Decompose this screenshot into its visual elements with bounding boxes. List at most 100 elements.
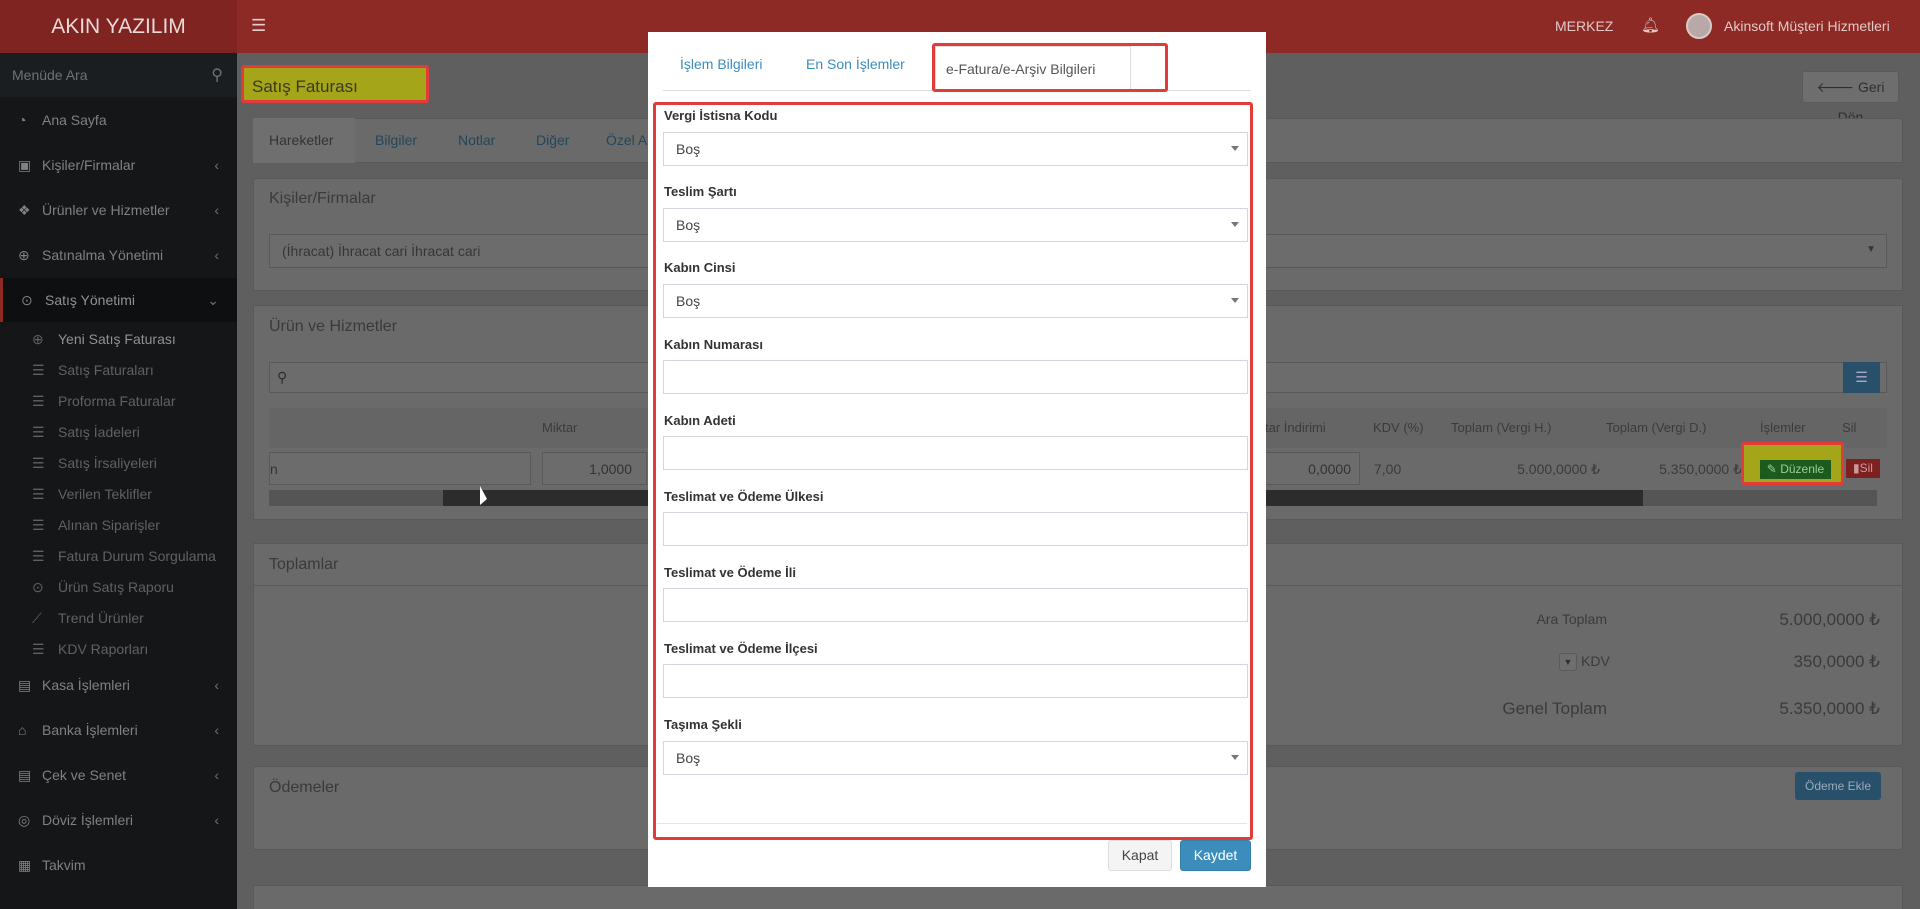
mouse-cursor	[480, 486, 487, 505]
row-name-input[interactable]: n	[269, 452, 531, 485]
plus-circle-icon: ⊕	[18, 247, 30, 263]
line-chart-icon: ⟋	[32, 610, 42, 626]
sidebar-subitem[interactable]: ☰ KDV Raporları	[0, 634, 237, 665]
sidebar-item-banka[interactable]: ⌂ Banka İşlemleri ‹	[0, 708, 237, 752]
chevron-left-icon: ‹	[214, 722, 219, 738]
sidebar-search-input[interactable]: Menüde Ara	[12, 67, 88, 83]
sidebar-item-urunler[interactable]: ❖ Ürünler ve Hizmetler ‹	[0, 188, 237, 232]
teslimat-ulke-input[interactable]	[663, 512, 1248, 546]
sidebar-item-cek[interactable]: ▤ Çek ve Senet ‹	[0, 753, 237, 797]
hamburger-menu-icon[interactable]: ☰	[251, 16, 266, 36]
kabin-cinsi-select[interactable]: Boş	[663, 284, 1248, 318]
teslim-sarti-select[interactable]: Boş	[663, 208, 1248, 242]
caret-down-icon: ▼	[1866, 244, 1876, 255]
edit-button[interactable]: ✎ Düzenle	[1760, 460, 1831, 479]
save-button[interactable]: Kaydet	[1180, 840, 1251, 871]
row-quantity-input[interactable]: 1,0000	[542, 452, 647, 485]
sidebar-subitem[interactable]: ☰ Satış İrsaliyeleri	[0, 448, 237, 479]
avatar[interactable]	[1686, 13, 1712, 39]
list-icon: ☰	[32, 641, 45, 657]
caret-down-icon	[1231, 146, 1239, 151]
sidebar-subitem[interactable]: ☰ Fatura Durum Sorgulama	[0, 541, 237, 572]
edit-highlight: ✎ Düzenle	[1741, 442, 1844, 485]
sidebar-subitem[interactable]: ☰ Satış İadeleri	[0, 417, 237, 448]
list-icon: ☰	[32, 517, 45, 533]
vergi-istisna-select[interactable]: Boş	[663, 132, 1248, 166]
back-button[interactable]: 🡐 Geri Dön	[1802, 71, 1899, 125]
modal-footer-divider	[657, 823, 1247, 824]
search-icon[interactable]: ⚲	[211, 65, 223, 85]
tab-en-son-islemler[interactable]: En Son İşlemler	[806, 56, 905, 72]
sidebar-item-takvim[interactable]: ▦ Takvim	[0, 843, 237, 887]
products-title: Ürün ve Hizmetler	[269, 318, 398, 335]
sidebar-item-satinalma[interactable]: ⊕ Satınalma Yönetimi ‹	[0, 233, 237, 277]
address-book-icon: ▣	[18, 157, 32, 173]
list-view-button[interactable]: ☰	[1843, 362, 1880, 393]
sidebar-subitem[interactable]: ☰ Proforma Faturalar	[0, 386, 237, 417]
list-icon: ☰	[32, 424, 45, 440]
chevron-left-icon: ‹	[214, 812, 219, 828]
contacts-title: Kişiler/Firmalar	[269, 190, 376, 207]
page-title: Satış Faturası	[252, 77, 358, 96]
sidebar-item-doviz[interactable]: ◎ Döviz İşlemleri ‹	[0, 798, 237, 842]
genel-toplam-value: 5.350,0000 ₺	[1779, 699, 1880, 718]
caret-down-icon	[1231, 755, 1239, 760]
sidebar-subitem[interactable]: ☰ Verilen Teklifler	[0, 479, 237, 510]
search-icon: ⚲	[277, 369, 288, 385]
teslimat-ilce-label: Teslimat ve Ödeme İlçesi	[664, 641, 818, 656]
currency-icon: ◎	[18, 812, 31, 828]
teslimat-il-input[interactable]	[663, 588, 1248, 622]
th-total-d: Toplam (Vergi D.)	[1606, 420, 1707, 435]
tab-diger[interactable]: Diğer	[536, 132, 569, 148]
tab-notlar[interactable]: Notlar	[458, 132, 495, 148]
ara-toplam-label: Ara Toplam	[1536, 611, 1607, 627]
user-name[interactable]: Akinsoft Müşteri Hizmetleri	[1724, 18, 1890, 34]
teslimat-ilce-input[interactable]	[663, 664, 1248, 698]
delete-button[interactable]: ▮Sil	[1846, 459, 1880, 478]
money-icon: ▤	[18, 677, 32, 693]
th-sil: Sil	[1842, 420, 1857, 435]
sidebar-item-kasa[interactable]: ▤ Kasa İşlemleri ‹	[0, 663, 237, 707]
sidebar-subitem[interactable]: ⊕ Yeni Satış Faturası	[0, 324, 237, 355]
th-total-h: Toplam (Vergi H.)	[1451, 420, 1552, 435]
sidebar-item-ana-sayfa[interactable]: ◔ Ana Sayfa	[0, 98, 237, 142]
payments-title: Ödemeler	[269, 779, 340, 796]
kabin-adeti-input[interactable]	[663, 436, 1248, 470]
tab-hareketler[interactable]: Hareketler	[253, 118, 355, 163]
kdv-dropdown-button[interactable]: ▼	[1559, 653, 1577, 671]
kabin-numarasi-label: Kabın Numarası	[664, 337, 763, 352]
tab-bilgiler[interactable]: Bilgiler	[375, 132, 417, 148]
list-icon: ☰	[32, 362, 45, 378]
tab-ozel[interactable]: Özel A	[606, 132, 647, 148]
brand-logo[interactable]: AKIN YAZILIM	[0, 0, 237, 53]
bank-icon: ⌂	[18, 722, 27, 738]
add-payment-button[interactable]: Ödeme Ekle	[1795, 772, 1881, 800]
sidebar-subitem[interactable]: ⊙ Ürün Satış Raporu	[0, 572, 237, 603]
sidebar-search[interactable]: Menüde Ara ⚲	[0, 53, 237, 97]
sidebar-item-satis-yonetimi[interactable]: ⊙ Satış Yönetimi ⌄	[0, 278, 237, 322]
th-miktar: Miktar	[542, 420, 578, 435]
bottom-panel	[253, 885, 1903, 909]
bell-icon[interactable]: 🔔︎	[1641, 16, 1660, 34]
teslimat-ulke-label: Teslimat ve Ödeme Ülkesi	[664, 489, 824, 504]
sidebar-item-kisiler[interactable]: ▣ Kişiler/Firmalar ‹	[0, 143, 237, 187]
kabin-cinsi-label: Kabın Cinsi	[664, 260, 736, 275]
tab-islem-bilgileri[interactable]: İşlem Bilgileri	[680, 56, 762, 72]
branch-label[interactable]: MERKEZ	[1555, 18, 1613, 34]
chevron-left-icon: ‹	[214, 247, 219, 263]
sidebar-subitem[interactable]: ☰ Satış Faturaları	[0, 355, 237, 386]
list-icon: ☰	[32, 548, 45, 564]
sidebar-subitem[interactable]: ⟋ Trend Ürünler	[0, 603, 237, 634]
sidebar-subitem[interactable]: ☰ Alınan Siparişler	[0, 510, 237, 541]
kdv-value: 350,0000 ₺	[1793, 652, 1880, 671]
arrow-circle-icon: ⊙	[21, 292, 33, 308]
tasima-sekli-select[interactable]: Boş	[663, 741, 1248, 775]
arrow-circle-icon: ⊙	[32, 579, 44, 595]
kabin-numarasi-input[interactable]	[663, 360, 1248, 394]
genel-toplam-label: Genel Toplam	[1502, 699, 1607, 718]
chevron-left-icon: ‹	[214, 677, 219, 693]
close-button[interactable]: Kapat	[1108, 840, 1172, 871]
row-discount-input[interactable]: 0,0000	[1260, 452, 1360, 485]
vergi-istisna-label: Vergi İstisna Kodu	[664, 108, 778, 123]
row-total-d: 5.350,0000 ₺	[1659, 461, 1742, 477]
